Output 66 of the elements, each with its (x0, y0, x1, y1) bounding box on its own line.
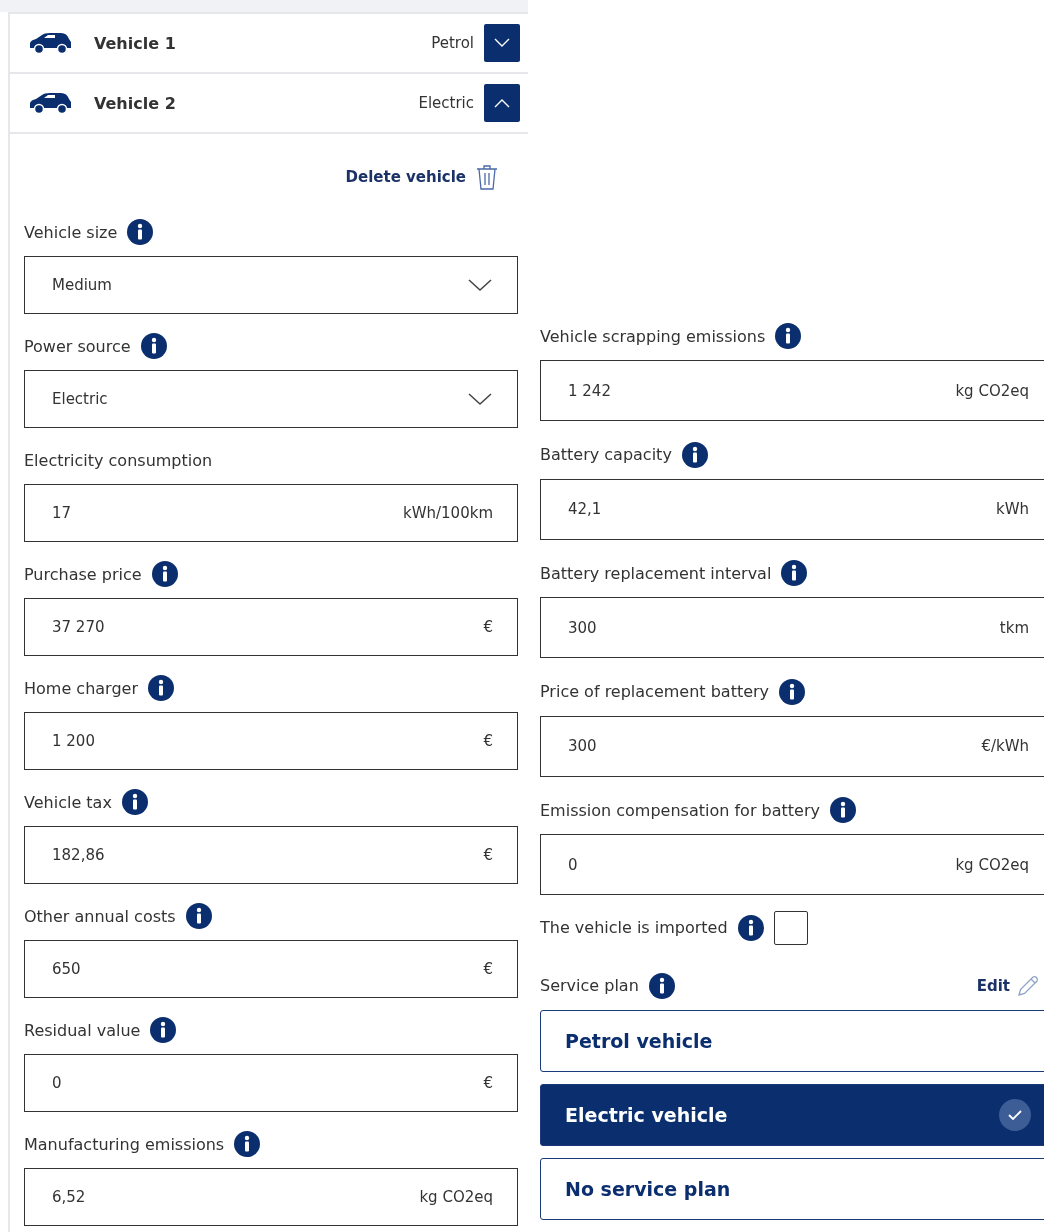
input-field[interactable]: 6,52 kg CO2eq (24, 1168, 518, 1226)
collapse-button[interactable] (484, 84, 520, 122)
info-icon[interactable] (781, 560, 808, 586)
input-field[interactable]: 650 € (24, 940, 518, 998)
select-field[interactable]: Medium (24, 256, 518, 314)
edit-link[interactable]: Edit (976, 976, 1010, 995)
field-label: Vehicle scrapping emissions (540, 326, 766, 346)
service-plan-option[interactable]: Electric vehicle (540, 1083, 1044, 1146)
field-label: Battery capacity (540, 445, 672, 464)
info-icon[interactable] (737, 914, 764, 941)
input-field[interactable]: 1 200 € (24, 712, 518, 770)
info-icon[interactable] (234, 1131, 261, 1157)
field-label: Vehicle tax (24, 792, 112, 812)
vehicle-name: Vehicle 1 (94, 33, 177, 53)
trash-icon[interactable] (476, 164, 498, 190)
field-label: Purchase price (24, 564, 142, 584)
input-field[interactable]: 17 kWh/100km (24, 484, 518, 542)
info-icon[interactable] (127, 219, 154, 245)
input-field[interactable]: 182,86 € (24, 826, 518, 884)
info-icon[interactable] (140, 333, 167, 359)
info-icon[interactable] (829, 797, 856, 823)
checkmark-icon (999, 1098, 1031, 1131)
expand-button[interactable] (484, 24, 520, 62)
chevron-down-icon (493, 37, 511, 49)
info-icon[interactable] (151, 561, 178, 587)
pencil-icon[interactable] (1016, 973, 1040, 998)
info-icon[interactable] (648, 972, 675, 999)
chevron-down-icon (467, 278, 493, 292)
checkbox-label: The vehicle is imported (540, 918, 728, 937)
info-icon[interactable] (775, 323, 802, 349)
vehicle-name: Vehicle 2 (94, 93, 177, 113)
field-label: Price of replacement battery (540, 682, 770, 701)
field-label: Home charger (24, 678, 138, 698)
info-icon[interactable] (121, 789, 148, 815)
service-plan-option[interactable]: No service plan (540, 1157, 1044, 1220)
field-label: Residual value (24, 1020, 141, 1040)
chevron-down-icon (467, 392, 493, 406)
field-label: Power source (24, 336, 131, 356)
service-plan-option[interactable]: Petrol vehicle (540, 1009, 1044, 1072)
info-icon[interactable] (147, 675, 174, 701)
input-field[interactable]: 0 kg CO2eq (540, 834, 1044, 895)
input-field[interactable]: 300 tkm (540, 597, 1044, 658)
field-label: Battery replacement interval (540, 563, 772, 583)
checkbox[interactable] (773, 910, 808, 945)
select-field[interactable]: Electric (24, 370, 518, 428)
info-icon[interactable] (779, 678, 806, 705)
delete-vehicle-link[interactable]: Delete vehicle (345, 168, 466, 186)
info-icon[interactable] (150, 1017, 177, 1043)
input-field[interactable]: 42,1 kWh (540, 478, 1044, 540)
fuel-type: Electric (418, 94, 474, 112)
car-icon (28, 92, 72, 114)
field-label: Manufacturing emissions (24, 1134, 225, 1154)
info-icon[interactable] (681, 441, 708, 468)
field-label: Vehicle size (24, 222, 118, 242)
info-icon[interactable] (185, 903, 212, 929)
chevron-up-icon (493, 97, 511, 109)
field-label: Service plan (540, 976, 639, 995)
input-field[interactable]: 1 242 kg CO2eq (540, 360, 1044, 421)
input-field[interactable]: 300 €/kWh (540, 715, 1044, 777)
field-label: Emission compensation for battery (540, 800, 820, 820)
fuel-type: Petrol (431, 34, 474, 52)
input-field[interactable]: 0 € (24, 1054, 518, 1112)
field-label: Electricity consumption (24, 450, 213, 470)
field-label: Other annual costs (24, 906, 176, 926)
input-field[interactable]: 37 270 € (24, 598, 518, 656)
car-icon (28, 32, 72, 54)
